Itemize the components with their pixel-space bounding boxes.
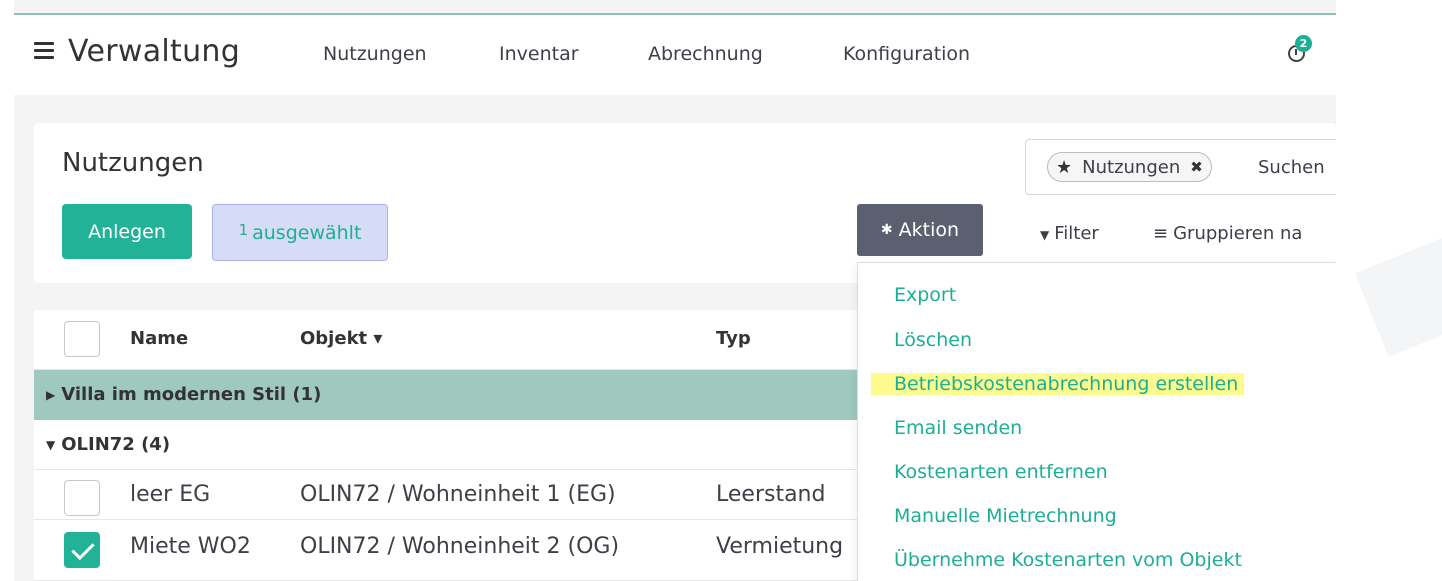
menu-item-manuelle-mietrechnung[interactable]: Manuelle Mietrechnung [894, 505, 1117, 527]
menu-item-export[interactable]: Export [894, 284, 956, 306]
menu-item-betriebskostenabrechnung[interactable]: Betriebskostenabrechnung erstellen [871, 373, 1245, 395]
filter-label: Filter [1054, 223, 1099, 244]
menu-item-loeschen[interactable]: Löschen [894, 329, 972, 351]
group-label: ▶ Villa im modernen Stil (1) [46, 384, 322, 405]
row-checkbox[interactable] [64, 532, 100, 568]
selection-count: 1 [238, 220, 249, 239]
row-checkbox[interactable] [64, 480, 100, 516]
remove-facet-icon[interactable]: ✖ [1190, 158, 1203, 176]
column-header-name[interactable]: Name [130, 328, 188, 349]
action-label: Aktion [898, 219, 960, 241]
funnel-icon: ▼ [1040, 228, 1050, 242]
menu-item-email-senden[interactable]: Email senden [894, 417, 1022, 439]
menu-item-uebernehme-kostenarten[interactable]: Übernehme Kostenarten vom Objekt [894, 549, 1242, 571]
control-panel: Nutzungen Anlegen 1 ausgewählt ✱ Aktion … [34, 123, 1336, 283]
group-by-button[interactable]: ≡ Gruppieren na [1153, 223, 1302, 244]
nav-item-abrechnung[interactable]: Abrechnung [648, 43, 763, 65]
selection-label: ausgewählt [252, 221, 362, 244]
caret-down-icon: ▼ [46, 438, 56, 452]
star-icon: ★ [1056, 156, 1073, 178]
app-brand[interactable]: Verwaltung [68, 34, 240, 69]
create-button[interactable]: Anlegen [62, 204, 192, 259]
nav-item-konfiguration[interactable]: Konfiguration [843, 43, 970, 65]
cell-objekt: OLIN72 / Wohneinheit 2 (OG) [300, 534, 620, 559]
cell-name: leer EG [130, 482, 211, 507]
cell-typ: Leerstand [716, 482, 826, 507]
gear-icon: ✱ [880, 222, 893, 238]
select-all-checkbox[interactable] [64, 321, 100, 357]
facet-label: Nutzungen [1082, 156, 1181, 178]
cell-objekt: OLIN72 / Wohneinheit 1 (EG) [300, 482, 616, 507]
action-dropdown-menu: Export Löschen Betriebskostenabrechnung … [857, 262, 1336, 581]
action-button[interactable]: ✱ Aktion [857, 204, 983, 256]
group-label: ▼ OLIN72 (4) [46, 434, 171, 455]
page-title: Nutzungen [62, 148, 204, 178]
selection-counter[interactable]: 1 ausgewählt [212, 204, 388, 261]
cell-typ: Vermietung [716, 534, 844, 559]
column-header-typ[interactable]: Typ [716, 328, 751, 349]
search-box[interactable]: ★ Nutzungen ✖ Suchen [1025, 139, 1336, 195]
nav-item-inventar[interactable]: Inventar [499, 43, 579, 65]
search-facet[interactable]: ★ Nutzungen ✖ [1047, 152, 1212, 182]
search-input[interactable]: Suchen [1258, 157, 1325, 178]
group-by-label: Gruppieren na [1173, 223, 1303, 244]
menu-item-kostenarten-entfernen[interactable]: Kostenarten entfernen [894, 461, 1108, 483]
nav-item-nutzungen[interactable]: Nutzungen [323, 43, 427, 65]
hamburger-icon[interactable] [34, 41, 54, 59]
navbar: Verwaltung Nutzungen Inventar Abrechnung… [14, 15, 1336, 95]
filter-button[interactable]: ▼ Filter [1040, 223, 1099, 244]
activity-badge: 2 [1295, 35, 1312, 52]
activity-menu[interactable]: 2 [1286, 35, 1312, 67]
column-header-objekt[interactable]: Objekt ▾ [300, 328, 382, 349]
caret-right-icon: ▶ [46, 388, 56, 402]
cell-name: Miete WO2 [130, 534, 251, 559]
bars-icon: ≡ [1153, 223, 1169, 244]
background-decoration [1336, 0, 1442, 581]
